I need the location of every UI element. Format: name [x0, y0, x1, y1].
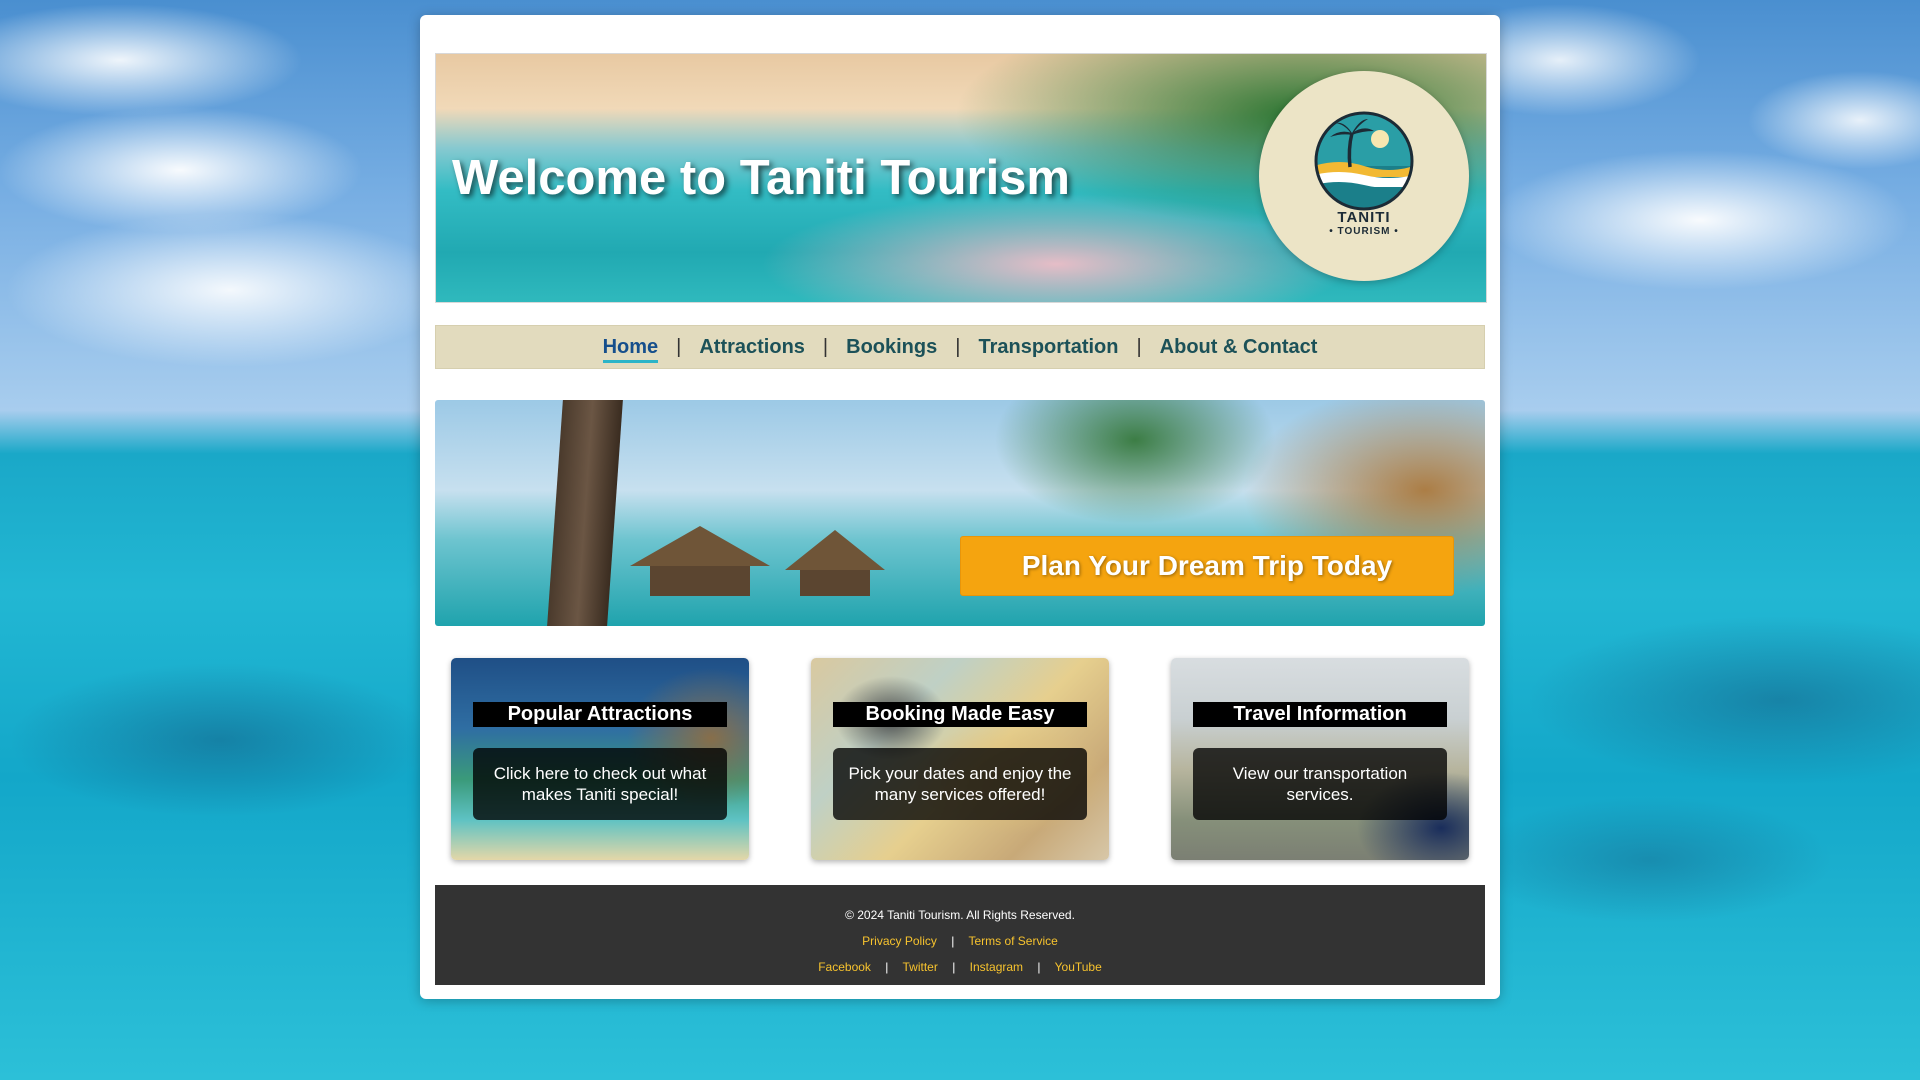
site-footer: © 2024 Taniti Tourism. All Rights Reserv… [435, 885, 1485, 985]
facebook-link[interactable]: Facebook [818, 960, 871, 974]
card-booking-made-easy[interactable]: Booking Made Easy Pick your dates and en… [811, 658, 1109, 860]
privacy-policy-link[interactable]: Privacy Policy [862, 934, 937, 948]
nav-item-about-contact[interactable]: About & Contact [1160, 332, 1318, 363]
card-title: Popular Attractions [473, 702, 727, 727]
footer-separator: | [1037, 960, 1041, 974]
card-description: Click here to check out what makes Tanit… [473, 748, 727, 820]
card-travel-information[interactable]: Travel Information View our transportati… [1171, 658, 1469, 860]
nav-separator: | [676, 335, 682, 358]
nav-item-bookings[interactable]: Bookings [846, 332, 937, 363]
card-popular-attractions[interactable]: Popular Attractions Click here to check … [451, 658, 749, 860]
page-title: Welcome to Taniti Tourism [452, 151, 1071, 205]
terms-of-service-link[interactable]: Terms of Service [968, 934, 1057, 948]
main-navigation: Home | Attractions | Bookings | Transpor… [435, 325, 1485, 369]
footer-separator: | [952, 960, 956, 974]
card-description: View our transportation services. [1193, 748, 1447, 820]
card-title: Booking Made Easy [833, 702, 1087, 727]
nav-separator: | [955, 335, 961, 358]
island-sun-palm-icon [1314, 111, 1414, 211]
nav-item-attractions[interactable]: Attractions [699, 332, 805, 363]
social-links: Facebook | Twitter | Instagram | YouTube [435, 960, 1485, 974]
nav-item-transportation[interactable]: Transportation [978, 332, 1118, 363]
plan-trip-button[interactable]: Plan Your Dream Trip Today [960, 536, 1454, 596]
card-description: Pick your dates and enjoy the many servi… [833, 748, 1087, 820]
instagram-link[interactable]: Instagram [970, 960, 1023, 974]
hut-graphic [630, 526, 770, 566]
page-container: Welcome to Taniti Tourism TANITI • TOURI… [420, 15, 1500, 999]
footer-separator: | [951, 934, 955, 948]
footer-separator: | [885, 960, 889, 974]
legal-links: Privacy Policy | Terms of Service [435, 934, 1485, 948]
logo-text-primary: TANITI [1337, 209, 1391, 226]
nav-separator: | [1136, 335, 1142, 358]
palm-tree-graphic [547, 400, 623, 626]
copyright-text: © 2024 Taniti Tourism. All Rights Reserv… [845, 908, 1075, 922]
hut-graphic [800, 570, 870, 596]
nav-separator: | [822, 335, 829, 358]
hut-graphic [785, 530, 885, 570]
youtube-link[interactable]: YouTube [1055, 960, 1102, 974]
logo-text-secondary: • TOURISM • [1329, 226, 1399, 237]
promo-banner: Plan Your Dream Trip Today [435, 400, 1485, 626]
site-logo[interactable]: TANITI • TOURISM • [1259, 71, 1469, 281]
header-hero: Welcome to Taniti Tourism TANITI • TOURI… [435, 53, 1487, 303]
hut-graphic [650, 566, 750, 596]
nav-item-home[interactable]: Home [602, 332, 659, 363]
twitter-link[interactable]: Twitter [903, 960, 938, 974]
card-title: Travel Information [1193, 702, 1447, 727]
